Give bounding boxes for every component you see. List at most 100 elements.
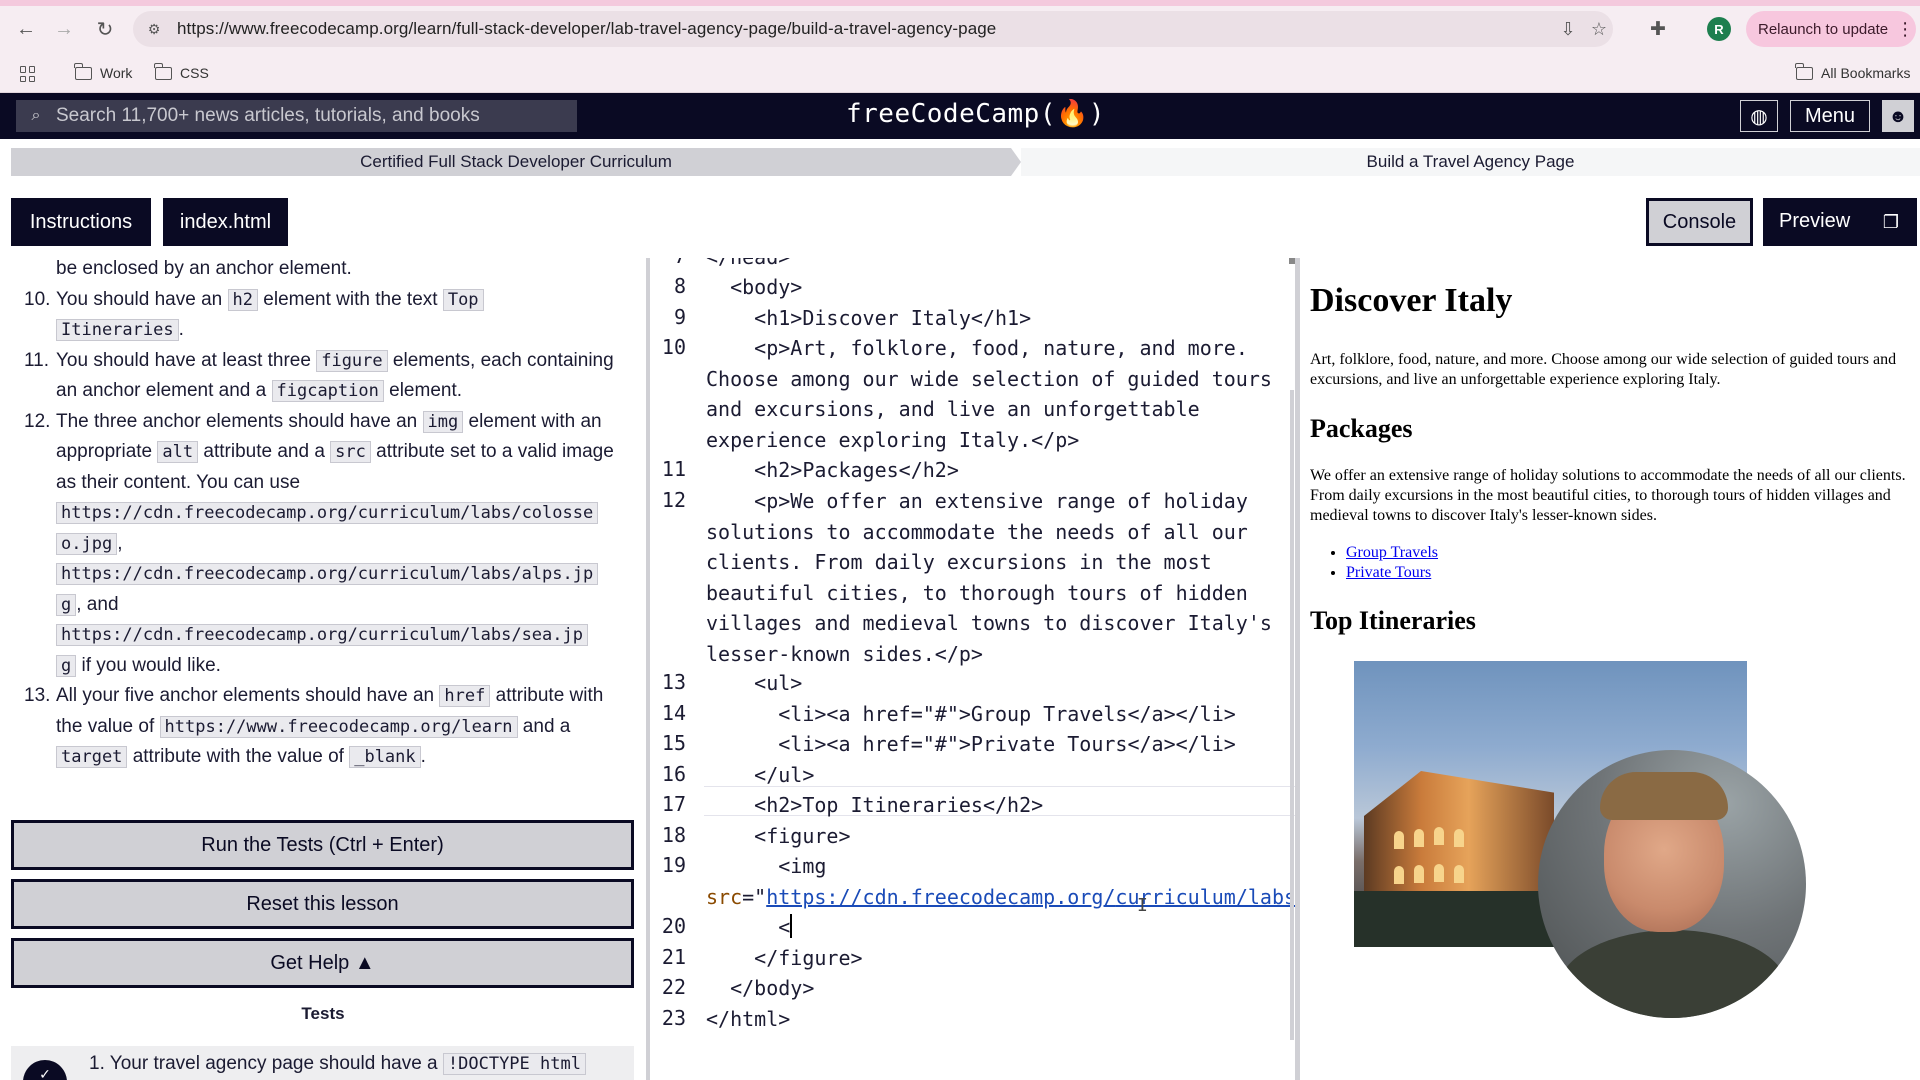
bookmark-folder-css[interactable]: CSS xyxy=(154,62,209,81)
test-number: 1. xyxy=(89,1053,105,1074)
reset-lesson-button[interactable]: Reset this lesson xyxy=(11,879,634,929)
run-tests-button[interactable]: Run the Tests (Ctrl + Enter) xyxy=(11,820,634,870)
folder-icon xyxy=(1795,62,1813,80)
site-info-icon[interactable]: ⚙ xyxy=(145,20,163,38)
inline-code: https://www.freecodecamp.org/learn xyxy=(159,715,518,738)
breadcrumb-lesson[interactable]: Build a Travel Agency Page xyxy=(1021,148,1920,176)
breadcrumb: Certified Full Stack Developer Curriculu… xyxy=(11,148,1920,176)
arch-light xyxy=(1454,829,1464,847)
code-line: <li><a href="#">Private Tours</a></li> xyxy=(706,732,1236,756)
editor-scrollbar[interactable] xyxy=(1290,390,1294,1040)
back-arrow-icon[interactable]: ← xyxy=(11,14,41,44)
code-line: </body> xyxy=(706,976,815,1000)
reload-icon[interactable]: ↻ xyxy=(90,14,120,44)
instruction-9-tail: be enclosed by an anchor element. xyxy=(56,258,352,279)
search-input[interactable] xyxy=(56,100,571,132)
instruction-text: element. xyxy=(383,380,463,401)
line-number: 8 xyxy=(673,274,686,298)
code-line: <body> xyxy=(706,275,803,299)
line-number: 20 xyxy=(661,914,686,938)
code-line: <li><a href="#">Group Travels</a></li> xyxy=(706,702,1236,726)
preview-link-list: Group Travels Private Tours xyxy=(1346,543,1438,583)
code-line: <ul> xyxy=(706,671,803,695)
inline-code: alt xyxy=(157,441,199,463)
inline-code-url: https://cdn.freecodecamp.org/curriculum/… xyxy=(56,502,599,524)
arch-light xyxy=(1394,831,1404,849)
inline-code-url: g xyxy=(56,654,77,677)
tab-console[interactable]: Console xyxy=(1646,198,1753,246)
line-number: 23 xyxy=(661,1006,686,1030)
url-text[interactable]: https://www.freecodecamp.org/learn/full-… xyxy=(177,19,996,39)
arch-light xyxy=(1394,866,1404,884)
browser-toolbar: ← → ↻ ⚙ https://www.freecodecamp.org/lea… xyxy=(0,0,1920,57)
test-item: ✓ 1. Your travel agency page should have… xyxy=(11,1046,634,1080)
preview-subheading: Top Itineraries xyxy=(1310,606,1476,635)
breadcrumb-curriculum[interactable]: Certified Full Stack Developer Curriculu… xyxy=(11,148,1021,176)
profile-avatar[interactable]: R xyxy=(1707,17,1731,41)
arch-light xyxy=(1434,864,1444,882)
bookmark-folder-work[interactable]: Work xyxy=(74,62,132,81)
arch-light xyxy=(1454,865,1464,883)
instruction-item-11: 11. You should have at least three figur… xyxy=(0,346,646,407)
line-number: 19 xyxy=(661,853,686,877)
tab-index-html[interactable]: index.html xyxy=(163,198,288,246)
relaunch-button[interactable]: Relaunch to update ⋮ xyxy=(1746,11,1916,47)
instruction-text: . xyxy=(178,319,184,340)
preview-link-private-tours[interactable]: Private Tours xyxy=(1346,564,1431,581)
list-number: 13. xyxy=(24,685,51,706)
all-bookmarks[interactable]: All Bookmarks xyxy=(1795,62,1910,81)
address-bar[interactable]: ⚙ https://www.freecodecamp.org/learn/ful… xyxy=(133,11,1613,47)
inline-code: target xyxy=(56,746,128,768)
tab-preview[interactable]: Preview ❐ xyxy=(1763,198,1917,246)
code-line: </ul> xyxy=(706,763,815,787)
line-number: 7 xyxy=(650,258,686,268)
bookmark-label: CSS xyxy=(180,65,209,81)
code-line: </figure> xyxy=(706,946,863,970)
popout-icon[interactable]: ❐ xyxy=(1873,206,1909,238)
code-line: </head> xyxy=(706,258,1291,273)
bookmark-star-icon[interactable]: ☆ xyxy=(1588,18,1610,40)
user-icon[interactable]: ☻ xyxy=(1882,100,1914,132)
instruction-text: You should have an xyxy=(56,288,228,310)
extensions-puzzle-icon[interactable]: ✚ xyxy=(1645,16,1671,42)
forward-arrow-icon[interactable]: → xyxy=(49,14,79,44)
menu-button[interactable]: Menu xyxy=(1790,100,1870,132)
preview-link-group-travels[interactable]: Group Travels xyxy=(1346,544,1438,561)
presenter-hair xyxy=(1600,772,1728,820)
inline-code: href xyxy=(439,685,491,707)
relaunch-label: Relaunch to update xyxy=(1758,20,1889,38)
globe-icon[interactable]: ◍ xyxy=(1740,100,1778,132)
instruction-text: attribute and a xyxy=(198,441,331,462)
arch-light xyxy=(1414,829,1424,847)
preview-paragraph: Art, folklore, food, nature, and more. C… xyxy=(1310,351,1897,388)
tab-instructions[interactable]: Instructions xyxy=(11,198,151,246)
instruction-text: You should have at least three xyxy=(56,349,317,371)
install-icon[interactable]: ⇩ xyxy=(1557,18,1579,40)
line-number: 17 xyxy=(661,792,686,816)
inline-code-url: https://cdn.freecodecamp.org/curriculum/… xyxy=(56,563,599,585)
instruction-text: The three anchor elements should have an xyxy=(56,410,423,432)
line-number: 13 xyxy=(661,670,686,694)
inline-code: src xyxy=(330,441,371,463)
inline-code-url: o.jpg xyxy=(56,532,118,555)
instruction-item-13: 13. All your five anchor elements should… xyxy=(0,681,646,773)
test-text: 1. Your travel agency page should have a… xyxy=(89,1053,586,1075)
code-line-active: < xyxy=(706,912,1291,943)
instructions-pane: be enclosed by an anchor element. 10. Yo… xyxy=(0,258,646,1080)
search-icon: ⌕ xyxy=(31,107,41,124)
apps-grid-icon[interactable] xyxy=(20,66,36,82)
code-editor[interactable]: 7 </head> 8 <body> 9 <h1>Discover Italy<… xyxy=(650,258,1295,1080)
instruction-item-12: 12. The three anchor elements should hav… xyxy=(0,407,646,682)
search-bar[interactable]: ⌕ xyxy=(16,100,577,132)
instruction-text: . xyxy=(420,746,426,767)
inline-code-url: https://cdn.freecodecamp.org/curriculum/… xyxy=(56,624,588,646)
code-link[interactable]: https://cdn.freecodecamp.org/ xyxy=(766,885,1115,909)
code-line: <p>Art, folklore, food, nature, and more… xyxy=(706,336,1284,452)
i-beam-cursor-icon: I xyxy=(1137,895,1148,916)
instruction-text: attribute with the value of xyxy=(127,746,350,767)
fcc-logo[interactable]: freeCodeCamp(🔥) xyxy=(846,99,1105,129)
line-number: 18 xyxy=(661,823,686,847)
get-help-button[interactable]: Get Help ▲ xyxy=(11,938,634,988)
text-caret xyxy=(790,914,793,938)
inline-code: h2 xyxy=(227,288,258,311)
